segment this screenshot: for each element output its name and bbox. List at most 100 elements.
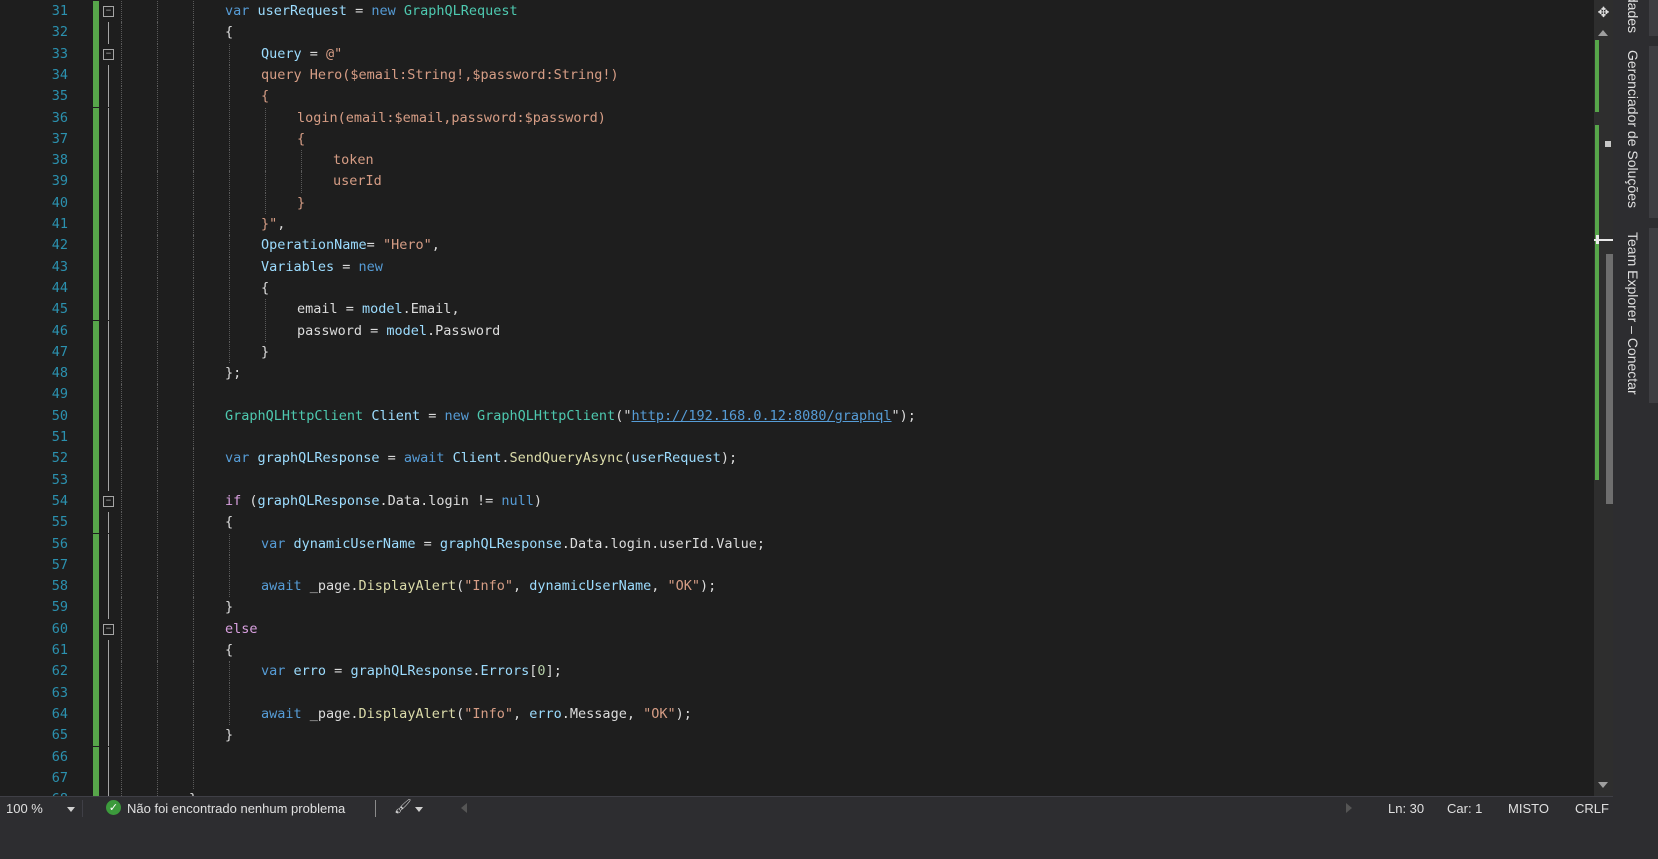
code-line[interactable]: 40} bbox=[0, 192, 1594, 214]
code-text[interactable]: Query = @" bbox=[261, 44, 342, 65]
collapse-icon[interactable]: − bbox=[103, 623, 114, 635]
check-circle-icon[interactable]: ✓ bbox=[106, 800, 121, 815]
tab-team-explorer[interactable]: Team Explorer – Conectar bbox=[1625, 232, 1641, 395]
line-number-status[interactable]: Ln: 30 bbox=[1388, 801, 1424, 816]
code-text[interactable]: password = model.Password bbox=[297, 321, 500, 342]
code-line[interactable]: 52 var graphQLResponse = await Client.Sen… bbox=[0, 448, 1594, 470]
fold-line bbox=[108, 469, 109, 491]
code-text[interactable]: OperationName= "Hero", bbox=[261, 235, 440, 256]
code-line[interactable]: 62 var erro = graphQLResponse.Errors[0]; bbox=[0, 661, 1594, 683]
code-line[interactable]: 41}", bbox=[0, 214, 1594, 236]
code-line[interactable]: 57 bbox=[0, 554, 1594, 577]
code-line[interactable]: 64 await _page.DisplayAlert("Info", erro.… bbox=[0, 703, 1594, 726]
code-text[interactable]: userId bbox=[333, 171, 382, 192]
code-text[interactable]: { bbox=[225, 22, 233, 43]
code-line[interactable]: 55 { bbox=[0, 512, 1594, 534]
code-text[interactable]: } bbox=[225, 597, 233, 618]
code-line[interactable]: 65} bbox=[0, 725, 1594, 747]
code-line[interactable]: 38 token bbox=[0, 150, 1594, 172]
code-line[interactable]: 43 Variables = new bbox=[0, 256, 1594, 278]
code-line[interactable]: 48}; bbox=[0, 363, 1594, 385]
tab-solution-explorer[interactable]: Gerenciador de Soluções bbox=[1625, 50, 1641, 208]
collapse-icon[interactable]: − bbox=[103, 495, 114, 507]
split-view-icon[interactable]: ✥ bbox=[1594, 2, 1613, 24]
code-line[interactable]: 67 bbox=[0, 767, 1594, 790]
code-text[interactable]: var graphQLResponse = await Client.SendQ… bbox=[225, 448, 737, 469]
code-text[interactable]: { bbox=[261, 278, 269, 299]
scroll-up-arrow-icon[interactable] bbox=[1598, 30, 1608, 36]
code-text[interactable]: GraphQLHttpClient Client = new GraphQLHt… bbox=[225, 406, 916, 427]
indent-guide bbox=[229, 533, 230, 555]
code-line[interactable]: 61 { bbox=[0, 640, 1594, 662]
code-text[interactable]: else bbox=[225, 619, 258, 640]
indent-guide bbox=[229, 576, 230, 598]
code-line[interactable]: 58 await _page.DisplayAlert("Info", dynam… bbox=[0, 576, 1594, 598]
scroll-right-arrow-icon[interactable] bbox=[1346, 803, 1352, 813]
code-line[interactable]: 44 { bbox=[0, 277, 1594, 300]
code-line[interactable]: 39 userId bbox=[0, 171, 1594, 193]
code-text[interactable]: query Hero($email:String!,$password:Stri… bbox=[261, 65, 619, 86]
brush-icon[interactable]: 🖌 bbox=[394, 799, 412, 815]
zoom-dropdown-chevron-icon[interactable] bbox=[67, 807, 75, 812]
collapse-icon[interactable]: − bbox=[103, 48, 114, 60]
code-text[interactable]: { bbox=[225, 512, 233, 533]
code-text[interactable]: var erro = graphQLResponse.Errors[0]; bbox=[261, 661, 562, 682]
collapse-icon[interactable]: − bbox=[103, 6, 114, 17]
code-text[interactable]: Variables = new bbox=[261, 257, 383, 278]
tab-properties[interactable]: ladades bbox=[1625, 0, 1641, 33]
code-text[interactable]: } bbox=[261, 342, 269, 363]
issues-status[interactable]: Não foi encontrado nenhum problema bbox=[127, 801, 345, 816]
code-line[interactable]: 42 OperationName= "Hero", bbox=[0, 235, 1594, 257]
code-text[interactable]: }; bbox=[225, 363, 241, 384]
code-line[interactable]: 63 bbox=[0, 682, 1594, 704]
code-text[interactable]: } bbox=[297, 193, 305, 214]
code-text[interactable]: var dynamicUserName = graphQLResponse.Da… bbox=[261, 534, 765, 555]
code-line[interactable]: 33 − Query = @" bbox=[0, 43, 1594, 65]
code-text[interactable]: } bbox=[189, 789, 197, 796]
code-line[interactable]: 56 var dynamicUserName = graphQLResponse.… bbox=[0, 533, 1594, 555]
code-text[interactable]: { bbox=[261, 86, 269, 107]
code-line[interactable]: 53 bbox=[0, 469, 1594, 491]
code-line[interactable]: 35 { bbox=[0, 86, 1594, 108]
indent-guide bbox=[157, 597, 158, 619]
vertical-scrollbar[interactable]: ✥ bbox=[1594, 0, 1613, 796]
scroll-down-arrow-icon[interactable] bbox=[1598, 782, 1608, 788]
code-line[interactable]: 50 GraphQLHttpClient Client = new GraphQL… bbox=[0, 405, 1594, 427]
code-text[interactable]: { bbox=[297, 129, 305, 150]
code-line[interactable]: 54 − if (graphQLResponse.Data.login != nul… bbox=[0, 490, 1594, 513]
scroll-left-arrow-icon[interactable] bbox=[461, 803, 467, 813]
code-text[interactable]: var userRequest = new GraphQLRequest bbox=[225, 1, 518, 22]
code-line[interactable]: 31 − var userRequest = new GraphQLRequest bbox=[0, 1, 1594, 23]
code-cleanup-chevron-icon[interactable] bbox=[415, 807, 423, 812]
scrollbar-thumb[interactable] bbox=[1606, 254, 1613, 504]
code-line[interactable]: 34 query Hero($email:String!,$password:St… bbox=[0, 64, 1594, 87]
code-text[interactable]: await _page.DisplayAlert("Info", dynamic… bbox=[261, 576, 716, 597]
code-line[interactable]: 59} bbox=[0, 597, 1594, 619]
code-text[interactable]: if (graphQLResponse.Data.login != null) bbox=[225, 491, 542, 512]
code-text[interactable]: }", bbox=[261, 214, 285, 235]
code-line[interactable]: 45 email = model.Email, bbox=[0, 299, 1594, 321]
indent-guide bbox=[121, 43, 122, 65]
code-text[interactable]: token bbox=[333, 150, 374, 171]
code-text[interactable]: email = model.Email, bbox=[297, 299, 460, 320]
code-line[interactable]: 51 bbox=[0, 427, 1594, 449]
zoom-level[interactable]: 100 % bbox=[6, 801, 43, 816]
line-ending-status[interactable]: CRLF bbox=[1575, 801, 1609, 816]
code-line[interactable]: 47} bbox=[0, 341, 1594, 364]
code-line[interactable]: 66 bbox=[0, 746, 1594, 768]
char-position-status[interactable]: Car: 1 bbox=[1447, 801, 1482, 816]
code-text[interactable]: await _page.DisplayAlert("Info", erro.Me… bbox=[261, 704, 692, 725]
indent-guide bbox=[121, 1, 122, 23]
tab-mode-status[interactable]: MISTO bbox=[1508, 801, 1549, 816]
code-line[interactable]: 46 password = model.Password bbox=[0, 320, 1594, 342]
code-text[interactable]: } bbox=[225, 725, 233, 746]
code-line[interactable]: 68} bbox=[0, 789, 1594, 796]
code-editor[interactable]: 31− var userRequest = new GraphQLRequest 3… bbox=[0, 0, 1594, 796]
code-text[interactable]: { bbox=[225, 640, 233, 661]
code-line[interactable]: 60 − else bbox=[0, 618, 1594, 640]
code-line[interactable]: 36 login(email:$email,password:$password) bbox=[0, 107, 1594, 129]
code-line[interactable]: 37 { bbox=[0, 128, 1594, 151]
code-line[interactable]: 49 bbox=[0, 384, 1594, 406]
code-line[interactable]: 32 { bbox=[0, 22, 1594, 44]
code-text[interactable]: login(email:$email,password:$password) bbox=[297, 108, 606, 129]
